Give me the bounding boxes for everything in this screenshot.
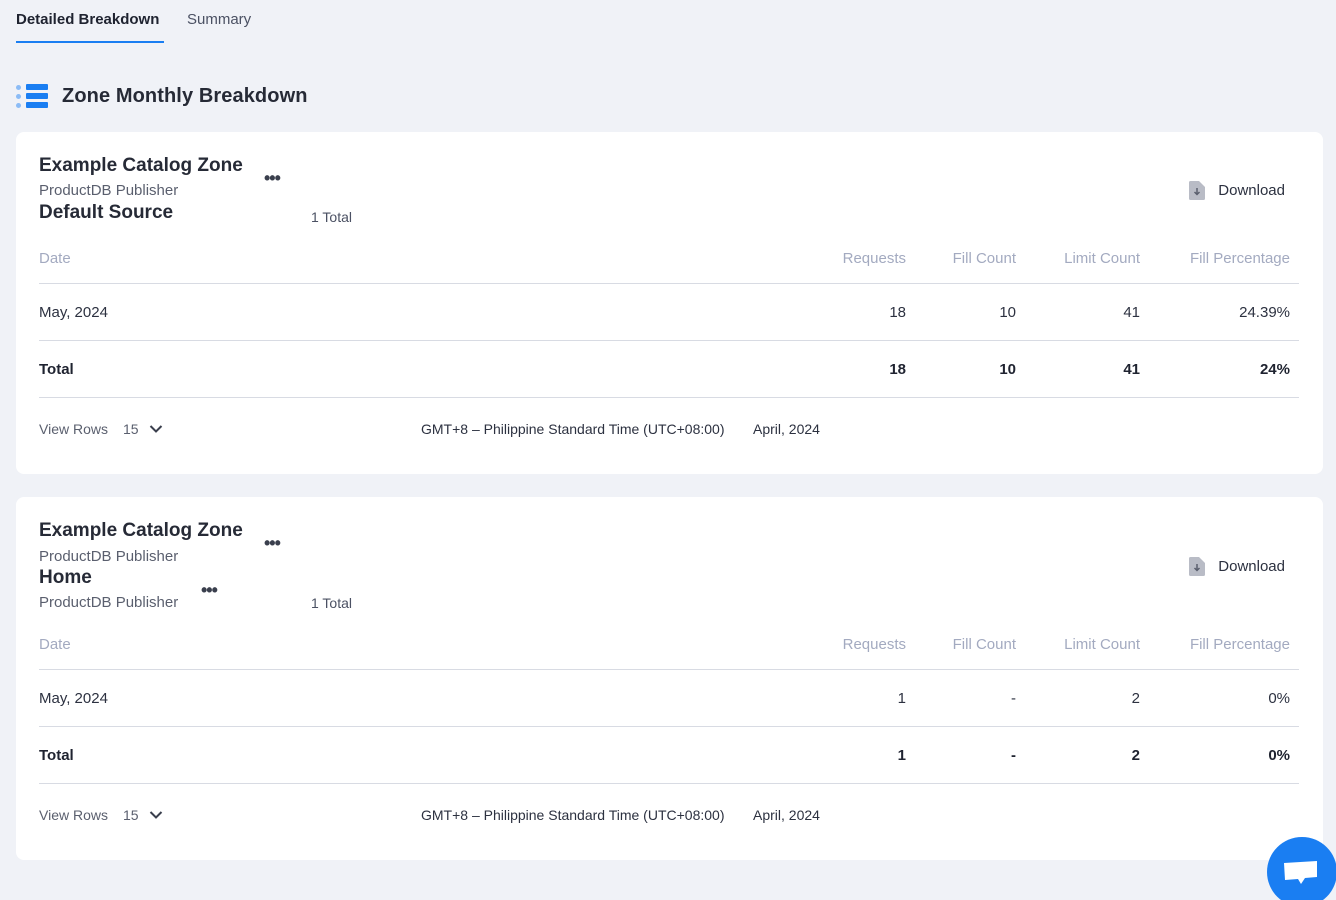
header-fill-percentage[interactable]: Fill Percentage [1190, 636, 1290, 653]
cell-limit-count: 41 [1123, 304, 1140, 321]
cell-date: May, 2024 [39, 690, 108, 707]
cell-fill-percentage: 0% [1268, 690, 1290, 707]
view-rows-select[interactable]: View Rows 15 [39, 421, 163, 437]
header-requests[interactable]: Requests [843, 636, 906, 653]
table-header: Date Requests Fill Count Limit Count Fil… [39, 622, 1299, 670]
download-button[interactable]: Download [1189, 557, 1285, 576]
tab-detailed-breakdown[interactable]: Detailed Breakdown [16, 0, 164, 43]
download-button[interactable]: Download [1189, 181, 1285, 200]
table-total-row: Total 1 - 2 0% [39, 727, 1299, 784]
zone-name: Example Catalog Zone [39, 155, 243, 176]
zone-name: Example Catalog Zone [39, 520, 243, 541]
section-title: Zone Monthly Breakdown [62, 84, 308, 107]
cell-date: May, 2024 [39, 304, 108, 321]
table-row: May, 2024 18 10 41 24.39% [39, 284, 1299, 341]
cell-fill-percentage: 24.39% [1239, 304, 1290, 321]
total-count: 1 Total [311, 209, 352, 225]
table-total-row: Total 18 10 41 24% [39, 341, 1299, 398]
chat-icon [1284, 861, 1317, 884]
total-fill-percentage: 24% [1259, 361, 1290, 378]
header-requests[interactable]: Requests [843, 250, 906, 267]
timezone-label: GMT+8 – Philippine Standard Time (UTC+08… [421, 421, 725, 437]
header-date[interactable]: Date [39, 250, 71, 267]
tab-bar: Detailed Breakdown Summary [16, 0, 274, 43]
total-limit-count: 41 [1123, 361, 1140, 378]
total-label: Total [39, 747, 74, 764]
file-download-icon [1189, 557, 1206, 576]
month-label: April, 2024 [753, 807, 820, 823]
tab-summary[interactable]: Summary [187, 0, 251, 43]
zone-publisher: ProductDB Publisher [39, 548, 179, 565]
table-row: May, 2024 1 - 2 0% [39, 670, 1299, 727]
total-limit-count: 2 [1131, 747, 1140, 764]
chat-button[interactable] [1267, 837, 1336, 900]
table-header: Date Requests Fill Count Limit Count Fil… [39, 236, 1299, 284]
total-requests: 18 [889, 361, 906, 378]
header-limit-count[interactable]: Limit Count [1064, 250, 1140, 267]
zone-more-options-icon[interactable]: ••• [264, 534, 281, 552]
list-icon [16, 82, 49, 110]
header-fill-count[interactable]: Fill Count [953, 250, 1016, 267]
table-footer: View Rows 15 GMT+8 – Philippine Standard… [39, 421, 1299, 441]
download-label: Download [1218, 558, 1285, 575]
total-fill-percentage: 0% [1268, 747, 1290, 764]
month-label: April, 2024 [753, 421, 820, 437]
header-date[interactable]: Date [39, 636, 71, 653]
header-limit-count[interactable]: Limit Count [1064, 636, 1140, 653]
source-name: Default Source [39, 202, 174, 223]
view-rows-label: View Rows [39, 807, 108, 823]
total-count: 1 Total [311, 595, 352, 611]
zone-publisher: ProductDB Publisher [39, 182, 179, 199]
view-rows-value: 15 [123, 807, 139, 823]
download-label: Download [1218, 182, 1285, 199]
cell-fill-count: 10 [999, 304, 1016, 321]
total-requests: 1 [897, 747, 906, 764]
source-name: Home [39, 567, 92, 588]
source-publisher: ProductDB Publisher [39, 594, 179, 611]
total-label: Total [39, 361, 74, 378]
source-more-options-icon[interactable]: ••• [201, 581, 218, 599]
header-fill-count[interactable]: Fill Count [953, 636, 1016, 653]
total-fill-count: - [1011, 747, 1016, 764]
chevron-down-icon [149, 811, 162, 819]
total-fill-count: 10 [999, 361, 1016, 378]
cell-requests: 18 [889, 304, 906, 321]
section-header: Zone Monthly Breakdown [16, 82, 308, 110]
view-rows-value: 15 [123, 421, 139, 437]
file-download-icon [1189, 181, 1206, 200]
zone-card: Example Catalog Zone ••• ProductDB Publi… [16, 497, 1323, 860]
table-footer: View Rows 15 GMT+8 – Philippine Standard… [39, 807, 1299, 827]
header-fill-percentage[interactable]: Fill Percentage [1190, 250, 1290, 267]
breakdown-table: Date Requests Fill Count Limit Count Fil… [39, 236, 1299, 398]
timezone-label: GMT+8 – Philippine Standard Time (UTC+08… [421, 807, 725, 823]
zone-card: Example Catalog Zone ••• ProductDB Publi… [16, 132, 1323, 474]
view-rows-label: View Rows [39, 421, 108, 437]
cell-limit-count: 2 [1131, 690, 1140, 707]
cell-requests: 1 [897, 690, 906, 707]
zone-more-options-icon[interactable]: ••• [264, 169, 281, 187]
breakdown-table: Date Requests Fill Count Limit Count Fil… [39, 622, 1299, 784]
view-rows-select[interactable]: View Rows 15 [39, 807, 163, 823]
chevron-down-icon [149, 425, 162, 433]
cell-fill-count: - [1011, 690, 1016, 707]
